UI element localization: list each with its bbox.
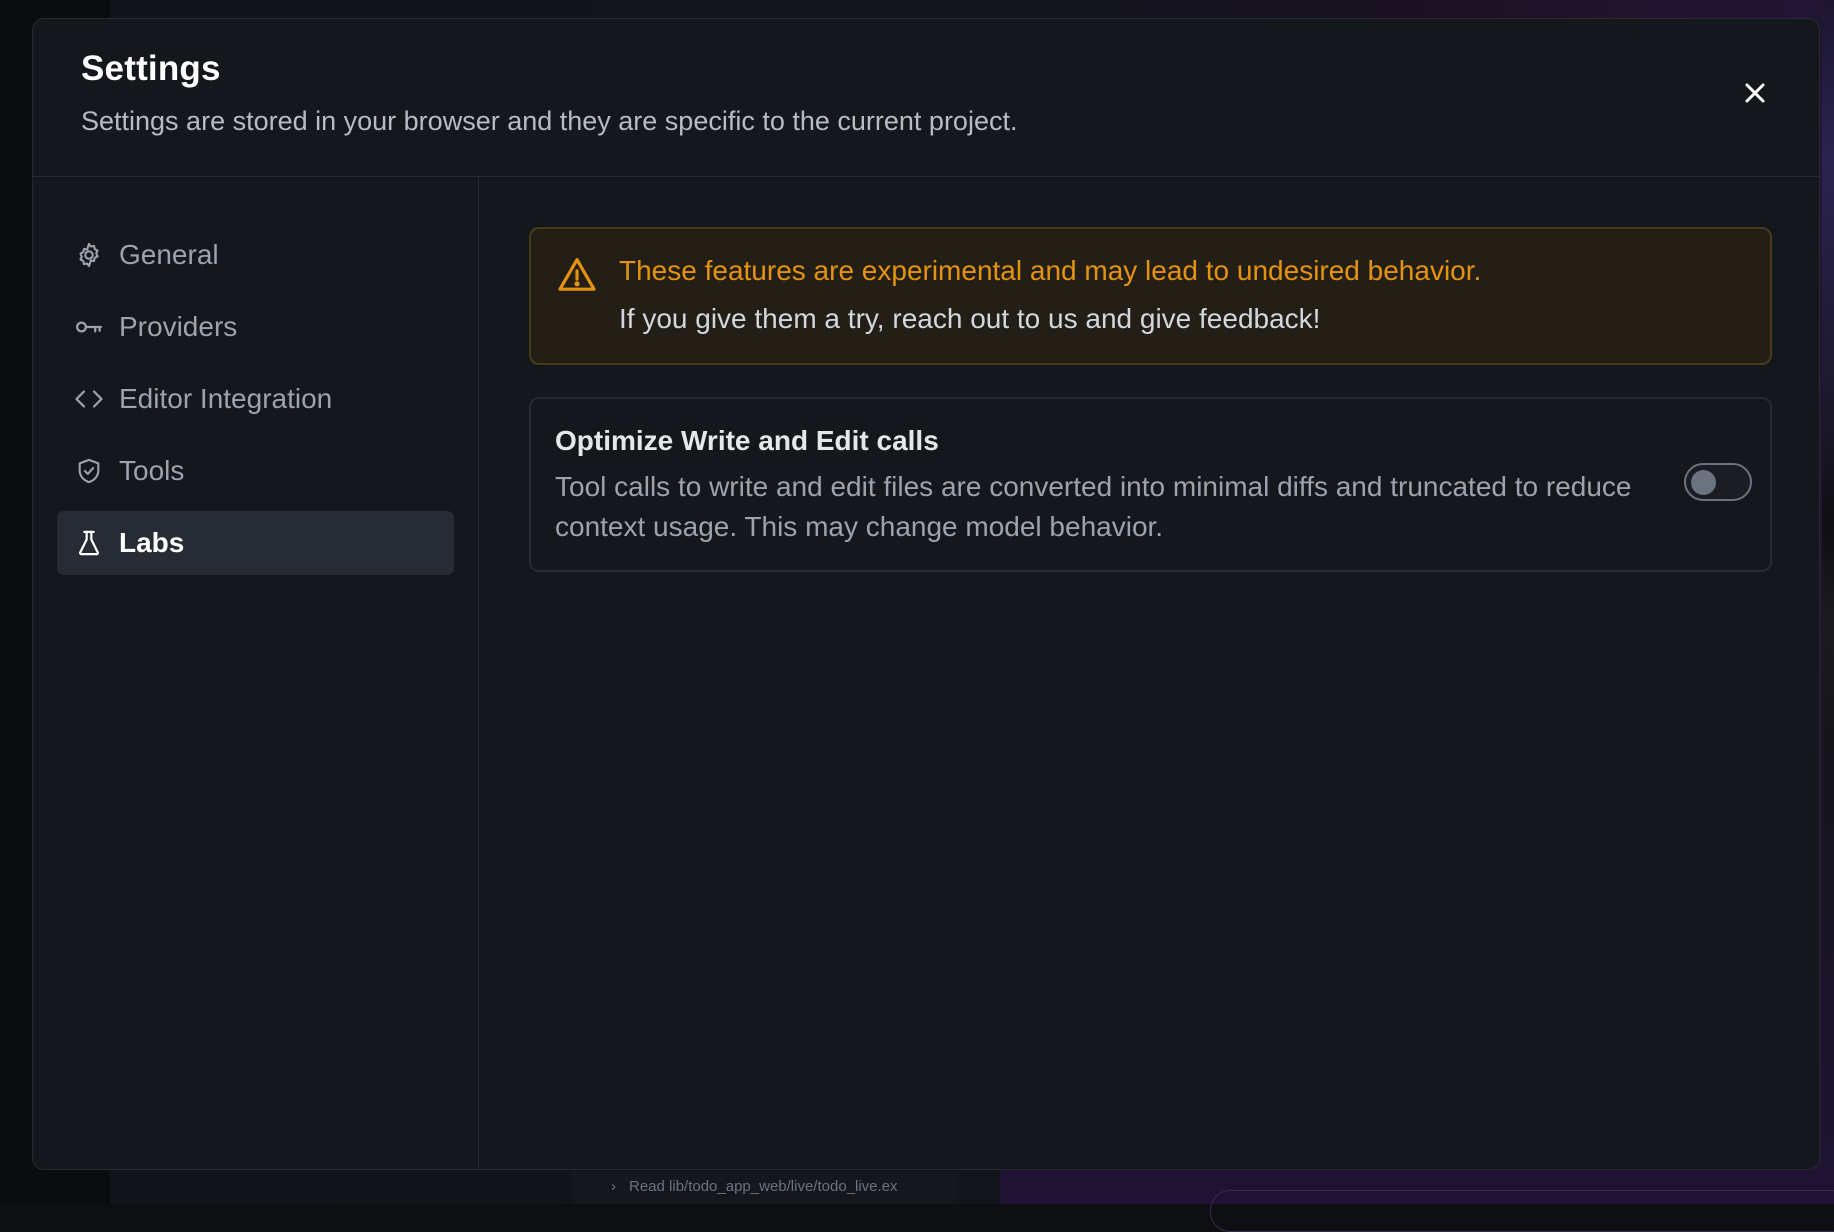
sidebar-item-label: General (119, 239, 219, 270)
dialog-header: Settings Settings are stored in your bro… (33, 19, 1819, 177)
background-input-pill (1210, 1190, 1834, 1232)
warning-triangle-icon (558, 258, 596, 291)
background-input-area (1000, 1170, 1834, 1232)
experimental-warning-banner: These features are experimental and may … (529, 227, 1772, 365)
close-icon (1745, 83, 1765, 103)
chevron-right-icon: › (611, 1178, 616, 1195)
setting-description: Tool calls to write and edit files are c… (555, 471, 1632, 542)
code-icon (73, 383, 105, 415)
settings-sidebar: General Providers Editor Integration Too… (33, 177, 479, 1169)
setting-optimize-write-edit: Optimize Write and Edit calls Tool calls… (529, 397, 1772, 572)
sidebar-item-general[interactable]: General (57, 223, 454, 287)
background-log-line: › Read lib/todo_app_web/live/todo_live.e… (573, 1170, 958, 1204)
optimize-calls-toggle[interactable] (1684, 463, 1752, 501)
labs-panel: These features are experimental and may … (479, 177, 1819, 1169)
dialog-subtitle: Settings are stored in your browser and … (81, 106, 1018, 136)
log-line-text: Read lib/todo_app_web/live/todo_live.ex (629, 1178, 898, 1195)
flask-icon (73, 527, 105, 559)
gear-icon (73, 239, 105, 271)
sidebar-item-tools[interactable]: Tools (57, 439, 454, 503)
sidebar-item-label: Providers (119, 311, 238, 342)
shield-check-icon (73, 455, 105, 487)
setting-title: Optimize Write and Edit calls (555, 425, 939, 456)
sidebar-item-label: Editor Integration (119, 383, 333, 414)
settings-dialog: Settings Settings are stored in your bro… (32, 18, 1820, 1170)
warning-title: These features are experimental and may … (619, 255, 1482, 286)
sidebar-item-providers[interactable]: Providers (57, 295, 454, 359)
background-panel-edge (1822, 0, 1834, 1204)
warning-body: If you give them a try, reach out to us … (619, 303, 1321, 334)
dialog-title: Settings (81, 49, 221, 88)
close-button[interactable] (1731, 69, 1779, 117)
sidebar-item-label: Labs (119, 527, 185, 558)
key-icon (73, 311, 105, 343)
sidebar-item-label: Tools (119, 455, 185, 486)
toggle-knob (1691, 470, 1716, 495)
sidebar-item-labs[interactable]: Labs (57, 511, 454, 575)
sidebar-item-editor-integration[interactable]: Editor Integration (57, 367, 454, 431)
